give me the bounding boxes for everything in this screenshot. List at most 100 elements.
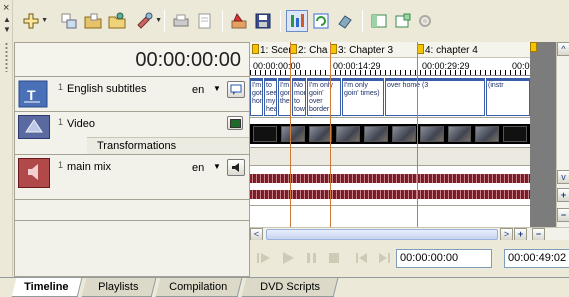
position-timecode[interactable]: 00:00:00:00 <box>396 249 492 268</box>
wave-icon[interactable] <box>414 10 436 32</box>
window-icon[interactable] <box>392 10 414 32</box>
subtitle-edit-button[interactable] <box>227 81 245 98</box>
refresh-icon[interactable] <box>310 10 332 32</box>
track-name[interactable]: English subtitles <box>67 83 147 95</box>
chapter-marker[interactable]: 3: Chapter 3 <box>330 44 393 56</box>
subtitle-clip[interactable]: (instr <box>486 78 530 116</box>
play-icon[interactable] <box>280 251 296 265</box>
waveform-right <box>250 190 530 199</box>
empty-lane[interactable] <box>250 206 556 227</box>
tab-playlists[interactable]: Playlists <box>81 278 157 297</box>
end-region <box>530 42 556 227</box>
timeline-area[interactable]: 1: Scen 2: Cha 3: Chapter 3 4: chapter 4… <box>250 42 556 227</box>
chevron-down-icon[interactable]: ▼ <box>213 162 221 171</box>
grid-icon[interactable] <box>286 10 308 32</box>
close-icon[interactable]: × <box>3 2 9 14</box>
paint-icon[interactable] <box>228 10 250 32</box>
scroll-down-button[interactable]: v <box>557 170 569 184</box>
add-icon[interactable]: ▼ <box>20 10 48 32</box>
tab-bar: Timeline Playlists Compilation DVD Scrip… <box>0 277 569 297</box>
video-lane[interactable] <box>250 118 556 148</box>
subtitle-clip[interactable]: No more to town <box>292 78 306 116</box>
toolbar: ▼ ▼ <box>14 0 569 42</box>
subtitle-clip[interactable]: to see my heart <box>264 78 277 116</box>
track-number: 1 <box>58 117 64 127</box>
save-icon[interactable] <box>252 10 274 32</box>
collapse-down-icon[interactable]: ▼ <box>3 25 11 34</box>
scroll-up-button[interactable]: ^ <box>557 42 569 56</box>
transformations-row[interactable]: Transformations <box>87 137 249 154</box>
chapter-label: 3: Chapter 3 <box>338 45 394 56</box>
transformations-lane[interactable] <box>250 148 556 166</box>
duration-timecode: 00:00:49:02 <box>504 249 569 268</box>
video-filmstrip[interactable] <box>250 124 530 144</box>
audio-track-icon <box>18 158 50 188</box>
go-to-start-icon[interactable] <box>354 251 370 265</box>
subtitle-clip[interactable]: I'm gotta home <box>250 78 263 116</box>
tab-compilation[interactable]: Compilation <box>155 278 243 297</box>
audio-lane[interactable] <box>250 166 556 206</box>
go-to-end-icon[interactable] <box>376 251 392 265</box>
eraser-icon[interactable] <box>334 10 356 32</box>
collapse-up-icon[interactable]: ▲ <box>3 15 11 24</box>
speaker-icon <box>231 163 239 172</box>
vertical-scrollbar[interactable]: ^ v + − <box>556 42 569 227</box>
chapter-marker[interactable]: 1: Scen <box>252 44 294 56</box>
stop-icon[interactable] <box>326 251 342 265</box>
tools-icon[interactable]: ▼ <box>134 10 162 32</box>
folder-open-icon[interactable] <box>82 10 104 32</box>
zoom-out-button[interactable]: − <box>557 208 569 222</box>
ruler-ticks <box>250 70 556 75</box>
tab-label: DVD Scripts <box>259 281 320 293</box>
chapter-line <box>330 42 331 227</box>
chapter-line <box>417 42 418 227</box>
tab-label: Timeline <box>24 281 69 293</box>
zoom-in-button[interactable]: + <box>557 188 569 202</box>
chapter-label: 4: chapter 4 <box>425 45 478 56</box>
group-icon[interactable] <box>58 10 80 32</box>
scroll-thumb[interactable] <box>266 229 498 240</box>
video-track-icon <box>18 115 50 139</box>
track-name[interactable]: Video <box>67 118 95 130</box>
track-subtitles[interactable]: T 1 English subtitles en ▼ <box>15 78 249 112</box>
monitor-icon <box>229 118 241 128</box>
time-ruler[interactable]: 00:00:00:00 00:00:14:29 00:00:29:29 00:0… <box>250 58 556 76</box>
document-icon[interactable] <box>194 10 216 32</box>
tab-timeline[interactable]: Timeline <box>11 278 83 297</box>
horizontal-scrollbar[interactable]: < > + − <box>250 227 569 241</box>
end-marker[interactable] <box>530 42 537 52</box>
subtitle-clip[interactable]: I'm only goin' over border <box>307 78 341 116</box>
timecode-value: 00:00:00:00 <box>135 49 241 71</box>
language-select[interactable]: en <box>192 84 204 96</box>
track-name[interactable]: main mix <box>67 161 111 173</box>
track-number: 1 <box>58 82 64 92</box>
track-headers: 00:00:00:00 T 1 English subtitles en ▼ 1… <box>14 42 250 277</box>
panel-grip[interactable]: × ▲ ▼ <box>0 0 13 277</box>
pause-icon[interactable] <box>304 251 320 265</box>
subtitle-clip[interactable]: I'm only goin' times) <box>342 78 384 116</box>
track-number: 1 <box>58 160 64 170</box>
subtitle-clip[interactable]: over home (3 <box>385 78 485 116</box>
tab-dvd-scripts[interactable]: DVD Scripts <box>241 278 339 297</box>
play-selection-icon[interactable] <box>256 251 272 265</box>
print-icon[interactable] <box>170 10 192 32</box>
video-preview-button[interactable] <box>227 116 243 130</box>
chevron-down-icon[interactable]: ▼ <box>213 84 221 93</box>
svg-text:T: T <box>27 87 36 103</box>
grip-dots[interactable] <box>5 42 8 72</box>
track-video[interactable]: 1 Video Transformations <box>15 113 249 155</box>
timecode-display: 00:00:00:00 <box>15 43 249 77</box>
chapter-label: 2: Cha <box>298 45 328 56</box>
tab-label: Compilation <box>169 281 228 293</box>
track-empty <box>15 201 249 221</box>
subtitle-lane[interactable]: I'm gotta home to see my heart I'm gonna… <box>250 77 556 118</box>
layout-icon[interactable] <box>368 10 390 32</box>
folder-icon[interactable] <box>106 10 128 32</box>
language-select[interactable]: en <box>192 162 204 174</box>
mute-button[interactable] <box>227 159 245 176</box>
chapter-marker[interactable]: 4: chapter 4 <box>417 44 478 56</box>
chapter-marker[interactable]: 2: Cha <box>290 44 327 56</box>
track-audio[interactable]: 1 main mix en ▼ <box>15 156 249 200</box>
tab-label: Playlists <box>98 281 139 293</box>
comment-icon <box>230 84 242 95</box>
